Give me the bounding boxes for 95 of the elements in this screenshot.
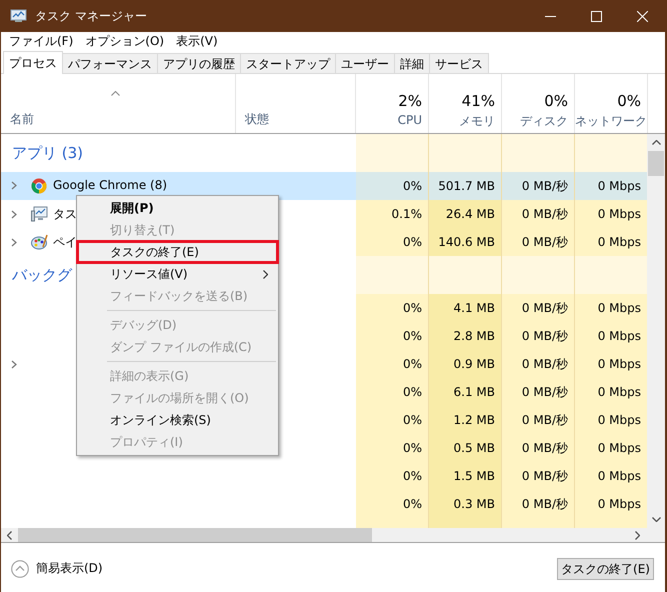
table-cell[interactable]: 0 Mbps (575, 200, 648, 228)
table-cell[interactable]: 0 MB/秒 (502, 294, 575, 322)
app-icon (10, 9, 27, 23)
process-name: ペイ (53, 234, 77, 250)
column-header[interactable]: 名前 (10, 111, 34, 128)
table-cell[interactable]: 0% (356, 350, 429, 378)
table-cell[interactable]: 0 MB/秒 (502, 378, 575, 406)
table-cell[interactable]: 0 MB/秒 (502, 228, 575, 256)
table-cell[interactable]: 0 Mbps (575, 462, 648, 490)
context-menu-item[interactable]: オンライン検索(S) (77, 409, 278, 431)
tab[interactable]: サービス (429, 53, 489, 73)
table-cell[interactable]: 0% (356, 490, 429, 518)
chevron-icon[interactable] (11, 238, 17, 246)
table-cell[interactable]: 0% (356, 462, 429, 490)
table-cell[interactable]: 0 Mbps (575, 434, 648, 462)
end-task-button[interactable]: タスクの終了(E) (557, 558, 654, 580)
scrollbar-thumb[interactable] (648, 151, 664, 176)
scroll-up-icon[interactable] (652, 140, 661, 145)
collapse-icon[interactable] (11, 560, 29, 578)
table-cell[interactable]: 0 Mbps (575, 294, 648, 322)
menu-item[interactable]: 表示(V) (170, 33, 224, 50)
tab[interactable]: アプリの履歴 (157, 53, 241, 73)
table-cell[interactable]: 0 Mbps (575, 350, 648, 378)
palette-icon (31, 234, 48, 250)
tab[interactable]: 詳細 (394, 53, 430, 73)
tab[interactable]: ユーザー (335, 53, 395, 73)
table-cell[interactable]: 0 MB/秒 (502, 322, 575, 350)
table-cell[interactable]: 0% (356, 228, 429, 256)
context-menu-item[interactable]: タスクの終了(E) (77, 241, 278, 263)
table-cell[interactable]: 6.1 MB (429, 378, 502, 406)
table-cell[interactable]: 0 Mbps (575, 406, 648, 434)
column-header[interactable]: ネットワーク (575, 113, 647, 130)
table-cell[interactable]: 0% (356, 406, 429, 434)
column-header[interactable]: CPU (398, 113, 422, 127)
scrollbar-track[interactable] (1, 528, 665, 543)
table-cell[interactable]: 0.3 MB (429, 490, 502, 518)
table-cell[interactable]: 0 Mbps (575, 378, 648, 406)
column-header[interactable]: ディスク (520, 113, 568, 130)
table-cell[interactable]: 0.9 MB (429, 350, 502, 378)
scroll-left-icon[interactable] (7, 530, 12, 540)
table-cell[interactable]: 1.5 MB (429, 462, 502, 490)
column-percent: 2% (398, 92, 422, 110)
table-cell[interactable]: 501.7 MB (429, 172, 502, 200)
table-cell[interactable]: 0.1% (356, 200, 429, 228)
group-heading: アプリ (3) (12, 144, 84, 162)
table-cell[interactable]: 0 Mbps (575, 322, 648, 350)
round-logo-icon (31, 178, 47, 194)
maximize-icon[interactable] (590, 10, 602, 22)
table-cell[interactable]: 0 MB/秒 (502, 490, 575, 518)
scrollbar-thumb[interactable] (18, 528, 372, 542)
process-name: タス (53, 206, 77, 222)
column-percent: 0% (544, 92, 568, 110)
column-percent: 41% (462, 92, 495, 110)
table-cell[interactable]: 0% (356, 434, 429, 462)
compact-view-link[interactable]: 簡易表示(D) (36, 560, 103, 577)
table-cell[interactable]: 1.2 MB (429, 406, 502, 434)
table-cell[interactable]: 0% (356, 294, 429, 322)
scroll-down-icon[interactable] (652, 517, 661, 522)
table-cell[interactable]: 26.4 MB (429, 200, 502, 228)
tab[interactable]: スタートアップ (240, 53, 336, 73)
chevron-icon[interactable] (11, 360, 17, 368)
window-title: タスク マネージャー (35, 8, 148, 24)
context-menu-item[interactable]: 展開(P) (77, 197, 278, 219)
table-cell[interactable]: 0.5 MB (429, 434, 502, 462)
table-cell[interactable]: 0 MB/秒 (502, 200, 575, 228)
process-name: Google Chrome (8) (53, 178, 168, 192)
context-menu-item[interactable]: リソース値(V) (77, 263, 278, 285)
chevron-icon[interactable] (11, 210, 17, 218)
table-cell[interactable]: 0 MB/秒 (502, 406, 575, 434)
table-cell[interactable]: 0 Mbps (575, 228, 648, 256)
column-header[interactable]: 状態 (245, 111, 269, 128)
close-icon[interactable] (636, 10, 648, 22)
column-percent: 0% (617, 92, 641, 110)
table-cell[interactable]: 0% (356, 322, 429, 350)
table-cell[interactable]: 0 MB/秒 (502, 350, 575, 378)
tab[interactable]: プロセス (3, 51, 63, 74)
tab[interactable]: パフォーマンス (62, 53, 158, 73)
table-cell[interactable]: 0% (356, 172, 429, 200)
chevron-icon[interactable] (11, 181, 17, 190)
table-cell[interactable]: 0 Mbps (575, 172, 648, 200)
menu-item[interactable]: オプション(O) (79, 33, 170, 50)
monitor-icon (31, 206, 48, 222)
column-header[interactable]: メモリ (459, 113, 495, 130)
table-cell[interactable]: 0 MB/秒 (502, 172, 575, 200)
table-cell[interactable]: 0 Mbps (575, 490, 648, 518)
table-cell[interactable]: 2.8 MB (429, 322, 502, 350)
table-cell[interactable]: 4.1 MB (429, 294, 502, 322)
group-heading: バックグ (12, 266, 72, 284)
scrollbar-track[interactable] (647, 134, 665, 528)
menu-item[interactable]: ファイル(F) (3, 33, 80, 50)
scroll-right-icon[interactable] (635, 530, 640, 540)
table-cell[interactable]: 0 MB/秒 (502, 462, 575, 490)
table-cell[interactable]: 0 MB/秒 (502, 434, 575, 462)
table-cell[interactable]: 140.6 MB (429, 228, 502, 256)
table-cell[interactable]: 0% (356, 378, 429, 406)
